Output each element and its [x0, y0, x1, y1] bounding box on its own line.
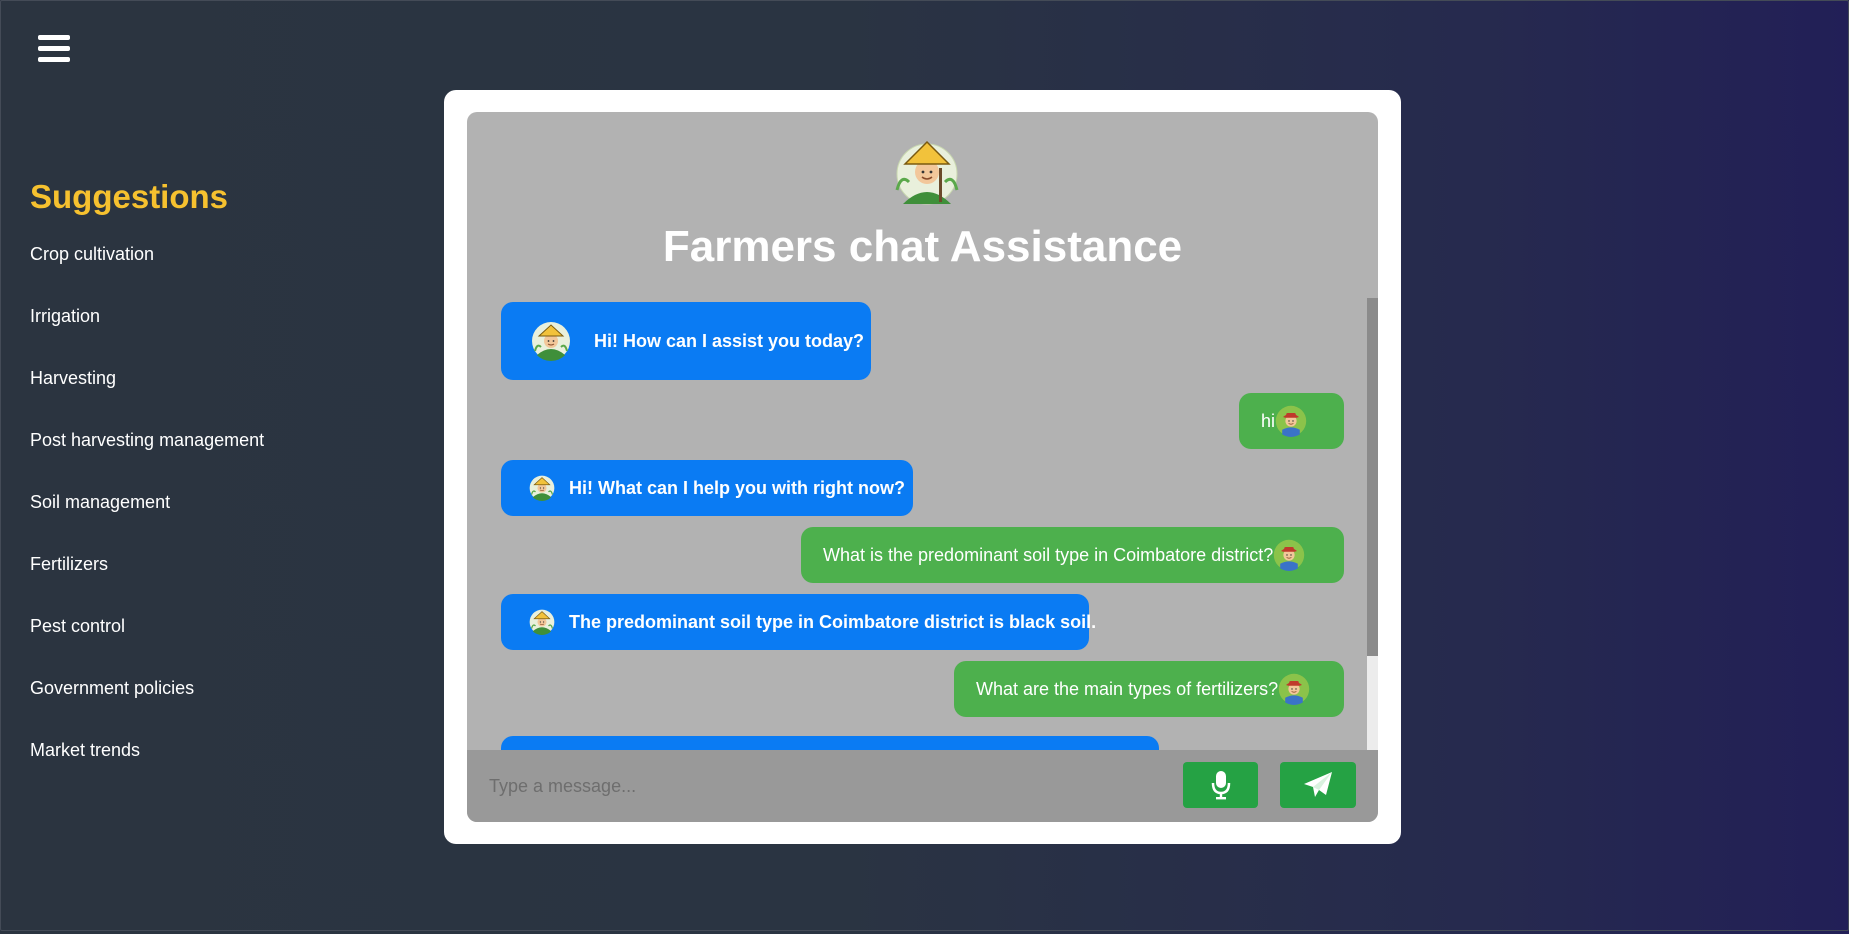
bot-message-partial [501, 736, 1159, 750]
send-button[interactable] [1280, 762, 1356, 808]
chat-title: Farmers chat Assistance [662, 222, 1183, 271]
bot-avatar-icon [531, 321, 571, 361]
message-list: Hi! How can I assist you today? hi Hi! W… [467, 298, 1378, 750]
bot-message: The predominant soil type in Coimbatore … [501, 594, 1096, 650]
chat-card: Farmers chat Assistance Hi! How can I as… [444, 90, 1401, 844]
suggestion-crop-cultivation[interactable]: Crop cultivation [30, 240, 264, 302]
message-text: The predominant soil type in Coimbatore … [569, 611, 1097, 632]
farmer-logo-icon [889, 134, 965, 210]
message-input-bar [467, 750, 1378, 822]
paper-plane-icon [1304, 772, 1332, 797]
user-avatar-icon [1278, 673, 1310, 705]
user-avatar-icon [1273, 539, 1305, 571]
suggestion-pest-control[interactable]: Pest control [30, 612, 264, 674]
microphone-icon [1211, 771, 1230, 800]
bot-avatar-icon [529, 475, 555, 501]
suggestions-list: Crop cultivation Irrigation Harvesting P… [30, 240, 264, 798]
bot-message: Hi! What can I help you with right now? [501, 460, 913, 516]
hamburger-menu-icon[interactable] [38, 34, 70, 64]
message-text: Hi! What can I help you with right now? [569, 477, 905, 498]
user-message: What is the predominant soil type in Coi… [801, 527, 1344, 583]
message-input[interactable] [467, 750, 1157, 822]
bot-avatar-icon [529, 609, 555, 635]
mic-button[interactable] [1183, 762, 1258, 808]
suggestion-post-harvesting-management[interactable]: Post harvesting management [30, 426, 264, 488]
message-text: hi [1261, 410, 1276, 431]
user-avatar-icon [1275, 405, 1307, 437]
message-text: Hi! How can I assist you today? [594, 330, 865, 351]
bot-message: Hi! How can I assist you today? [501, 302, 871, 380]
message-text: What is the predominant soil type in Coi… [823, 544, 1274, 565]
user-message: hi [1239, 393, 1344, 449]
suggestion-fertilizers[interactable]: Fertilizers [30, 550, 264, 612]
suggestion-government-policies[interactable]: Government policies [30, 674, 264, 736]
suggestion-market-trends[interactable]: Market trends [30, 736, 264, 798]
message-text: What are the main types of fertilizers? [976, 678, 1279, 699]
suggestion-harvesting[interactable]: Harvesting [30, 364, 264, 426]
suggestions-title: Suggestions [30, 178, 229, 215]
user-message: What are the main types of fertilizers? [954, 661, 1344, 717]
suggestion-soil-management[interactable]: Soil management [30, 488, 264, 550]
suggestion-irrigation[interactable]: Irrigation [30, 302, 264, 364]
chat-container: Farmers chat Assistance Hi! How can I as… [467, 112, 1378, 822]
scrollbar-thumb[interactable] [1367, 298, 1378, 656]
